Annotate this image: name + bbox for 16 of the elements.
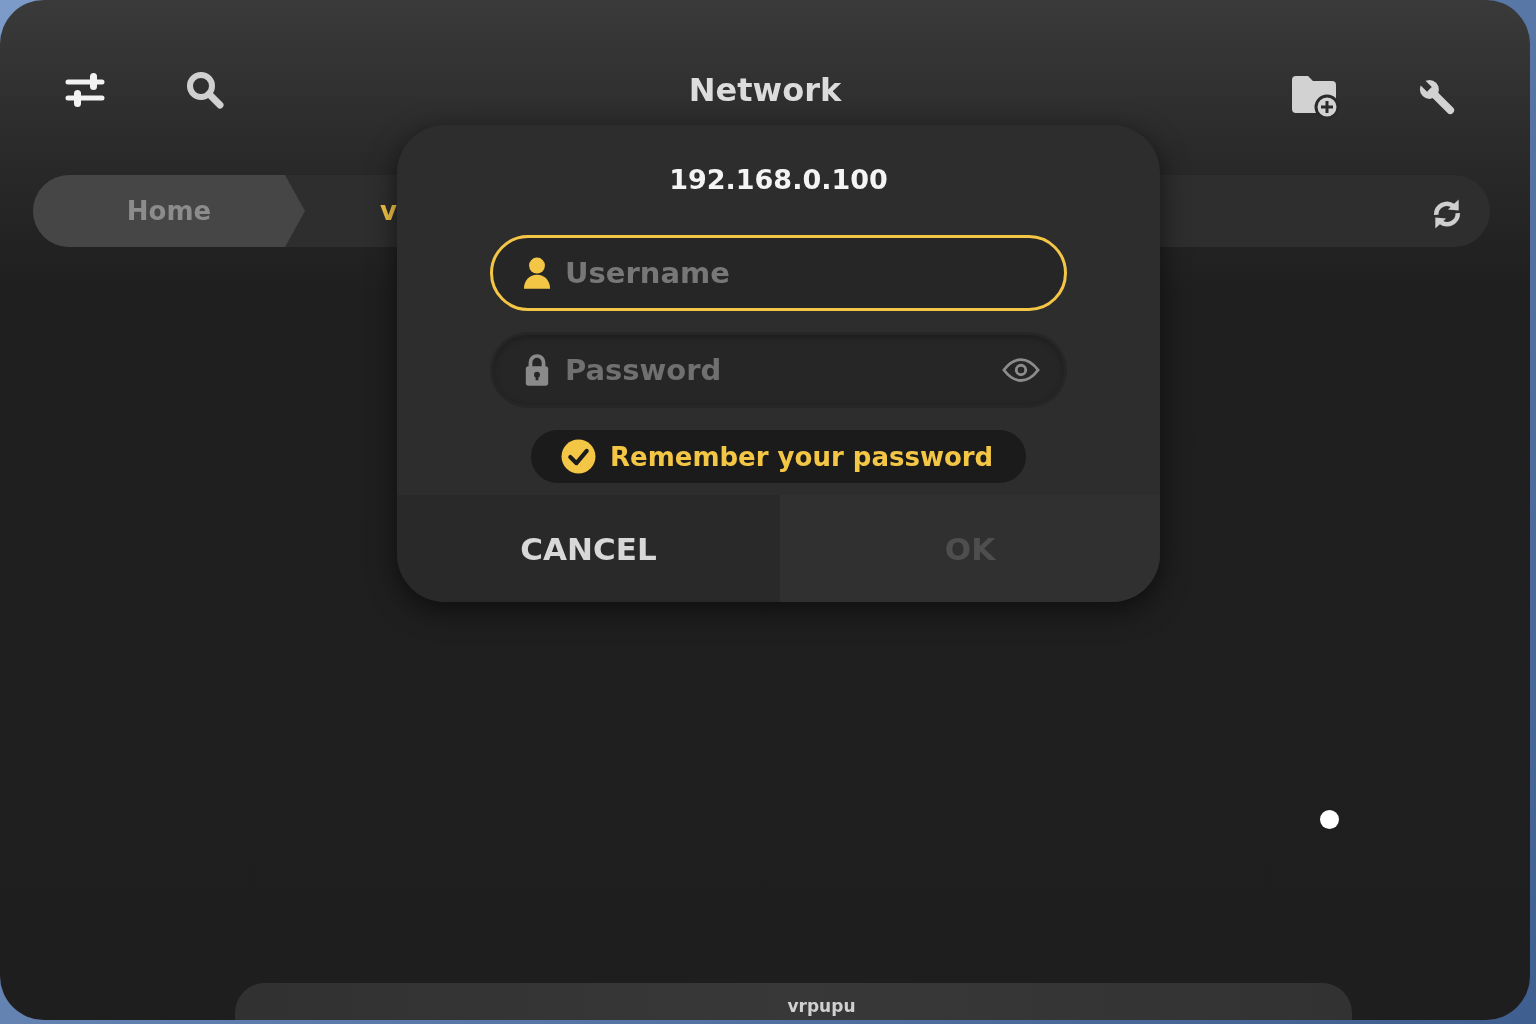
sliders-icon[interactable] [65, 71, 105, 109]
breadcrumb-item[interactable]: v [380, 196, 397, 226]
lock-icon [523, 353, 551, 387]
remember-password-checkbox[interactable]: Remember your password [531, 430, 1026, 483]
search-icon[interactable] [185, 70, 225, 110]
dialog-title: 192.168.0.100 [669, 163, 888, 197]
folder-plus-icon[interactable] [1290, 74, 1340, 120]
pointer-dot-icon [1320, 810, 1339, 829]
wrench-icon[interactable] [1418, 78, 1456, 116]
eye-icon[interactable] [1002, 357, 1040, 383]
window-title: Network [688, 71, 842, 109]
bottom-bar-label: vrpupu [787, 996, 856, 1016]
person-icon [523, 256, 551, 290]
password-field[interactable]: Password [490, 332, 1067, 408]
dialog-button[interactable]: CANCEL [397, 495, 780, 602]
username-field[interactable]: Username [490, 235, 1067, 311]
